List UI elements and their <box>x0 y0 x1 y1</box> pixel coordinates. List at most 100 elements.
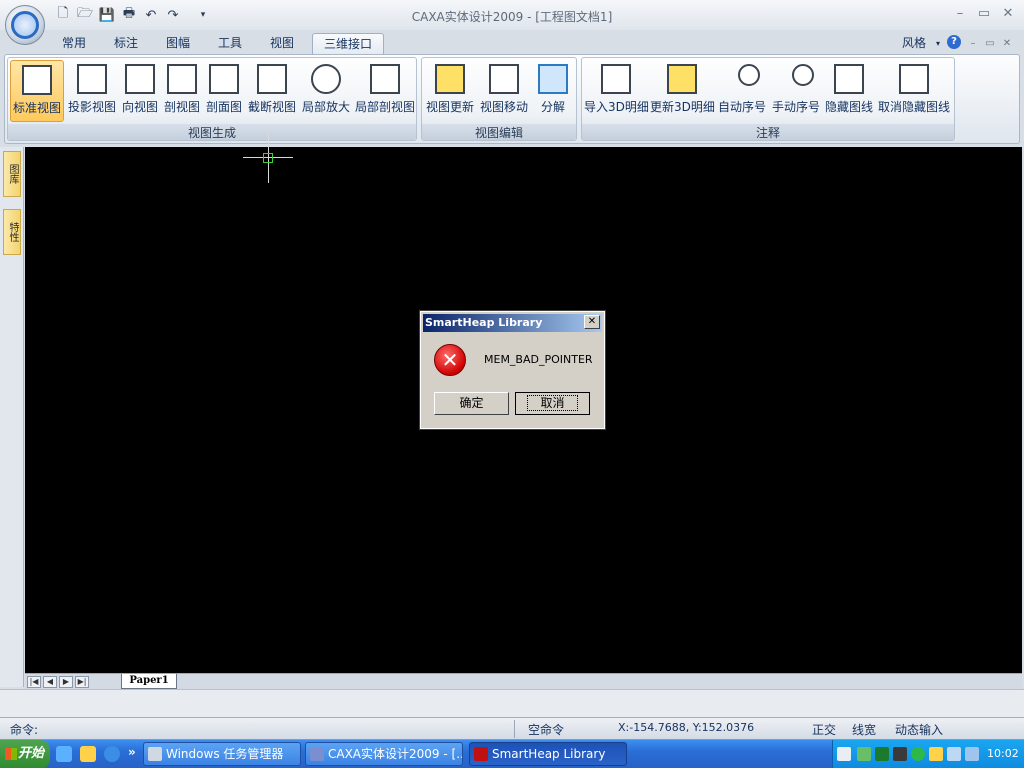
partial-section-icon <box>370 64 400 94</box>
quicklaunch-desktop-icon[interactable] <box>80 746 96 762</box>
style-menu[interactable]: 风格 <box>894 33 934 54</box>
group-label-view-generate: 视图生成 <box>8 124 416 140</box>
command-area[interactable] <box>0 689 1024 717</box>
tab-annotate[interactable]: 标注 <box>106 33 146 54</box>
doc-restore-button[interactable]: ▭ <box>983 33 997 54</box>
group-label-annotation: 注释 <box>582 124 954 140</box>
lineweight-toggle[interactable]: 线宽 <box>852 721 876 738</box>
dynamic-input-toggle[interactable]: 动态输入 <box>895 721 963 738</box>
tray-dark-icon[interactable] <box>893 747 907 761</box>
detail-view-button[interactable]: 局部放大 <box>300 60 352 122</box>
projection-view-icon <box>77 64 107 94</box>
error-icon: ✕ <box>434 344 466 376</box>
sheet-tab-bar: |◀ ◀ ▶ ▶| Paper1 <box>25 673 1022 689</box>
command-state: 空命令 <box>528 723 565 737</box>
undo-icon[interactable]: ↶ <box>142 7 160 23</box>
quicklaunch-more-icon[interactable]: » <box>128 745 136 759</box>
network-icon[interactable] <box>947 747 961 761</box>
doc-close-button[interactable]: ✕ <box>1000 33 1014 54</box>
ortho-toggle[interactable]: 正交 <box>812 721 836 738</box>
close-button[interactable]: ✕ <box>998 6 1018 24</box>
print-icon[interactable]: 🖶 <box>120 6 138 23</box>
direction-view-button[interactable]: 向视图 <box>120 60 160 122</box>
task-task-manager[interactable]: Windows 任务管理器 <box>143 742 301 766</box>
next-sheet-icon[interactable]: ▶ <box>59 676 73 688</box>
side-tab-properties[interactable]: 特性 <box>3 209 21 255</box>
hide-lines-icon <box>834 64 864 94</box>
tray-app-icon[interactable] <box>857 747 871 761</box>
tray-yellow-icon[interactable] <box>929 747 943 761</box>
minimize-button[interactable]: – <box>950 6 970 24</box>
group-label-view-edit: 视图编辑 <box>422 124 576 140</box>
caxa-logo-icon <box>11 11 39 39</box>
customize-icon[interactable]: ▾ <box>194 7 212 23</box>
break-view-button[interactable]: 截断视图 <box>246 60 298 122</box>
unhide-lines-button[interactable]: 取消隐藏图线 <box>876 60 952 122</box>
volume-icon[interactable] <box>965 747 979 761</box>
group-annotation: 导入3D明细 更新3D明细 自动序号 手动序号 隐藏图线 取消隐藏图线 注释 <box>581 57 955 141</box>
tab-tools[interactable]: 工具 <box>210 33 250 54</box>
hide-lines-button[interactable]: 隐藏图线 <box>824 60 874 122</box>
view-move-icon <box>489 64 519 94</box>
tab-sheet[interactable]: 图幅 <box>158 33 198 54</box>
auto-balloon-icon <box>738 64 760 86</box>
ok-button[interactable]: 确定 <box>434 392 509 415</box>
doc-minimize-button[interactable]: – <box>966 33 980 54</box>
projection-view-button[interactable]: 投影视图 <box>66 60 118 122</box>
standard-view-button[interactable]: 标准视图 <box>10 60 64 122</box>
unhide-lines-icon <box>899 64 929 94</box>
side-tab-library[interactable]: 图库 <box>3 151 21 197</box>
tray-green-icon[interactable] <box>875 747 889 761</box>
view-update-button[interactable]: 视图更新 <box>424 60 476 122</box>
first-sheet-icon[interactable]: |◀ <box>27 676 41 688</box>
quicklaunch-ie-icon[interactable] <box>104 746 120 762</box>
keyboard-icon[interactable] <box>837 747 851 761</box>
help-icon[interactable]: ? <box>947 35 961 49</box>
dialog-close-icon[interactable]: ✕ <box>584 315 600 329</box>
open-icon[interactable]: 🗁 <box>76 6 94 23</box>
style-dropdown-icon[interactable]: ▾ <box>932 33 944 54</box>
status-bar: 命令: 空命令 X:-154.7688, Y:152.0376 正交 线宽 动态… <box>0 717 1024 739</box>
task-caxa[interactable]: CAXA实体设计2009 - [... <box>305 742 463 766</box>
view-move-button[interactable]: 视图移动 <box>478 60 530 122</box>
prev-sheet-icon[interactable]: ◀ <box>43 676 57 688</box>
clock: 10:02 <box>987 747 1019 760</box>
cross-section-button[interactable]: 剖面图 <box>204 60 244 122</box>
import-3d-bom-button[interactable]: 导入3D明细 <box>584 60 649 122</box>
app-menu-button[interactable] <box>5 5 45 45</box>
tray-circle-icon[interactable] <box>911 747 925 761</box>
cross-section-icon <box>209 64 239 94</box>
tab-view[interactable]: 视图 <box>262 33 302 54</box>
ribbon-tabs: 常用 标注 图幅 工具 视图 三维接口 风格 ▾ ? – ▭ ✕ <box>48 30 1024 54</box>
section-view-button[interactable]: 剖视图 <box>162 60 202 122</box>
smartheap-task-icon <box>474 747 488 761</box>
manual-balloon-button[interactable]: 手动序号 <box>770 60 822 122</box>
taskbar: 开始 » Windows 任务管理器 CAXA实体设计2009 - [... S… <box>0 739 1024 768</box>
restore-button[interactable]: ▭ <box>974 6 994 24</box>
direction-view-icon <box>125 64 155 94</box>
last-sheet-icon[interactable]: ▶| <box>75 676 89 688</box>
update-bom-icon <box>667 64 697 94</box>
auto-balloon-button[interactable]: 自动序号 <box>716 60 768 122</box>
side-panel: 图库 特性 <box>0 147 24 687</box>
tab-3d-interface[interactable]: 三维接口 <box>312 33 384 54</box>
group-view-edit: 视图更新 视图移动 分解 视图编辑 <box>421 57 577 141</box>
ribbon: 标准视图 投影视图 向视图 剖视图 剖面图 截断视图 局部放大 局部剖视图 视图… <box>4 54 1020 144</box>
standard-view-icon <box>22 65 52 95</box>
explode-button[interactable]: 分解 <box>532 60 574 122</box>
error-dialog: SmartHeap Library ✕ ✕ MEM_BAD_POINTER 确定… <box>419 310 606 430</box>
partial-section-button[interactable]: 局部剖视图 <box>354 60 416 122</box>
import-bom-icon <box>601 64 631 94</box>
task-smartheap[interactable]: SmartHeap Library <box>469 742 627 766</box>
sheet-tab-paper1[interactable]: Paper1 <box>121 674 177 689</box>
redo-icon[interactable]: ↷ <box>164 7 182 23</box>
new-icon[interactable]: 🗋 <box>54 6 72 23</box>
tab-common[interactable]: 常用 <box>54 33 94 54</box>
cancel-button[interactable]: 取消 <box>515 392 590 415</box>
quicklaunch-shell-icon[interactable] <box>56 746 72 762</box>
manual-balloon-icon <box>792 64 814 86</box>
save-icon[interactable]: 💾 <box>98 7 116 23</box>
task-manager-icon <box>148 747 162 761</box>
update-3d-bom-button[interactable]: 更新3D明细 <box>650 60 715 122</box>
command-label: 命令: <box>10 723 39 737</box>
